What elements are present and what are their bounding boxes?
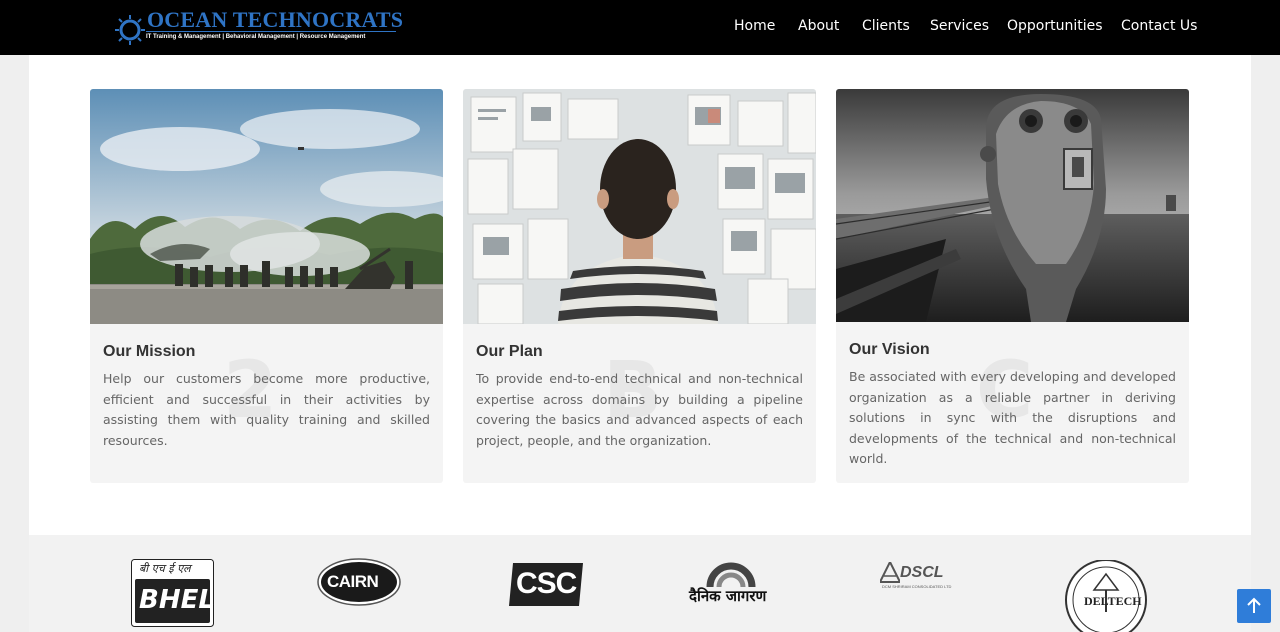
nav-home[interactable]: Home — [734, 17, 775, 35]
plan-title: Our Plan — [476, 343, 543, 360]
bhel-logo: बी एच ई एल BHEL — [131, 559, 215, 627]
plan-text: To provide end-to-end technical and non-… — [476, 371, 803, 448]
dainik-jagran-logo: दैनिक जागरण — [689, 559, 775, 607]
cairn-label: CAIRN — [327, 572, 379, 591]
vision-title: Our Vision — [849, 341, 930, 358]
nav-contact-us[interactable]: Contact Us — [1121, 17, 1197, 35]
navbar: OCEAN TECHNOCRATS IT Training & Manageme… — [0, 0, 1280, 55]
mission-title: Our Mission — [103, 343, 196, 360]
nav-clients[interactable]: Clients — [862, 17, 910, 35]
dscl-label: DSCL — [900, 564, 944, 581]
main-content: 2 Our Mission Help our customers become … — [29, 55, 1251, 535]
nav-opportunities[interactable]: Opportunities — [1007, 17, 1103, 35]
partner-logos-strip: बी एच ई एल BHEL CAIRN CSC दैनिक जागरण DS… — [29, 535, 1251, 632]
binocular-viewer-pier-photo — [836, 89, 1189, 322]
mission-card: 2 Our Mission Help our customers become … — [90, 89, 443, 483]
back-to-top-button[interactable] — [1237, 589, 1271, 623]
dscl-logo: DSCL DCM SHRIRAM CONSOLIDATED LTD — [880, 562, 960, 592]
cairn-logo: CAIRN — [317, 558, 401, 606]
deltech-label: DELTECH — [1084, 594, 1142, 608]
vision-card: C Our Vision Be associated with every de… — [836, 89, 1189, 483]
bhel-label: BHEL — [139, 585, 215, 615]
nav-services[interactable]: Services — [930, 17, 989, 35]
dscl-sub-label: DCM SHRIRAM CONSOLIDATED LTD — [882, 584, 952, 589]
nav-menu: Home About Clients Services Opportunitie… — [0, 0, 1280, 55]
plan-card: B Our Plan To provide end-to-end technic… — [463, 89, 816, 483]
csc-label: CSC — [516, 567, 577, 600]
soldiers-field-photo — [90, 89, 443, 324]
deltech-logo: DELTECH — [1064, 559, 1148, 632]
man-viewing-pinboard-photo — [463, 89, 816, 324]
mission-text: Help our customers become more productiv… — [103, 371, 430, 448]
dainik-jagran-label: दैनिक जागरण — [689, 587, 767, 605]
bhel-hindi-label: बी एच ई एल — [139, 562, 191, 575]
nav-about[interactable]: About — [798, 17, 839, 35]
csc-logo: CSC — [509, 563, 583, 606]
vision-text: Be associated with every developing and … — [849, 369, 1176, 466]
arrow-up-icon — [1247, 597, 1261, 613]
